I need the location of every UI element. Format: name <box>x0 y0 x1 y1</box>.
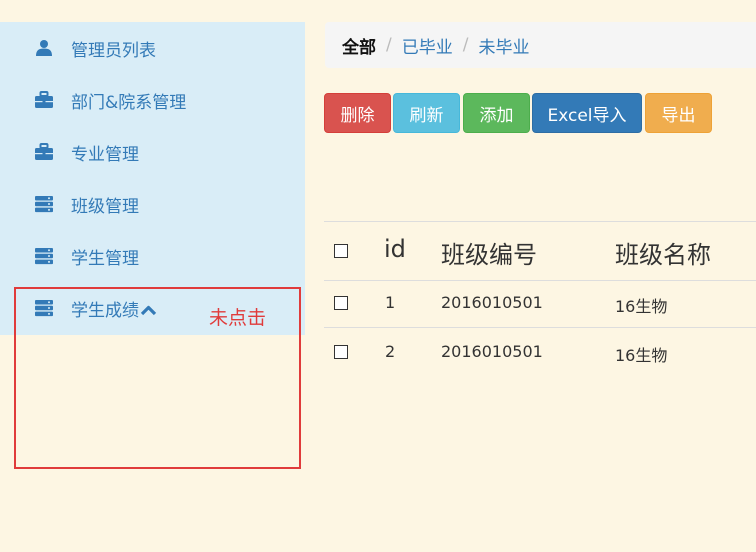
breadcrumb-link-not-graduated[interactable]: 未毕业 <box>478 33 529 58</box>
cell-id: 2 <box>385 342 396 361</box>
sidebar-item-label: 班级管理 <box>71 196 139 217</box>
breadcrumb-active: 全部 <box>342 37 376 58</box>
cell-id: 1 <box>385 293 396 312</box>
cell-class-name: 16生物 <box>615 346 668 365</box>
sidebar-item-admin-list[interactable]: 管理员列表 <box>0 22 305 74</box>
add-button[interactable]: 添加 <box>463 93 530 133</box>
sidebar-item-label: 部门&院系管理 <box>71 92 187 113</box>
sidebar-item-label: 管理员列表 <box>71 40 156 61</box>
sidebar-item-class[interactable]: 班级管理 <box>0 178 305 230</box>
sidebar-item-label: 专业管理 <box>71 144 139 165</box>
select-all-checkbox[interactable] <box>334 244 348 258</box>
column-header-class-name: 班级名称 <box>615 241 711 269</box>
sidebar-item-major[interactable]: 专业管理 <box>0 126 305 178</box>
table-divider <box>324 327 756 328</box>
cell-class-code: 2016010501 <box>441 342 543 361</box>
row-checkbox[interactable] <box>334 296 348 310</box>
sidebar-item-department[interactable]: 部门&院系管理 <box>0 74 305 126</box>
sidebar-item-student[interactable]: 学生管理 <box>0 230 305 282</box>
column-header-class-code: 班级编号 <box>441 241 537 269</box>
row-checkbox[interactable] <box>334 345 348 359</box>
server-icon <box>34 194 54 214</box>
cell-class-code: 2016010501 <box>441 293 543 312</box>
excel-import-button[interactable]: Excel导入 <box>532 93 642 133</box>
column-header-id: id <box>384 235 406 263</box>
table-divider <box>324 221 756 222</box>
briefcase-icon <box>34 90 54 110</box>
sidebar-item-label: 学生管理 <box>71 248 139 269</box>
annotation-text: 未点击 <box>209 307 267 329</box>
user-icon <box>34 38 54 58</box>
breadcrumb-separator: / <box>386 35 392 55</box>
briefcase-icon <box>34 142 54 162</box>
refresh-button[interactable]: 刷新 <box>393 93 460 133</box>
export-button[interactable]: 导出 <box>645 93 712 133</box>
cell-class-name: 16生物 <box>615 297 668 316</box>
table-divider <box>324 280 756 281</box>
breadcrumb-separator: / <box>462 35 469 55</box>
breadcrumb-link-graduated[interactable]: 已毕业 <box>402 33 453 58</box>
server-icon <box>34 246 54 266</box>
delete-button[interactable]: 删除 <box>324 93 391 133</box>
breadcrumb: 全部 / 已毕业 / 未毕业 <box>325 22 756 68</box>
